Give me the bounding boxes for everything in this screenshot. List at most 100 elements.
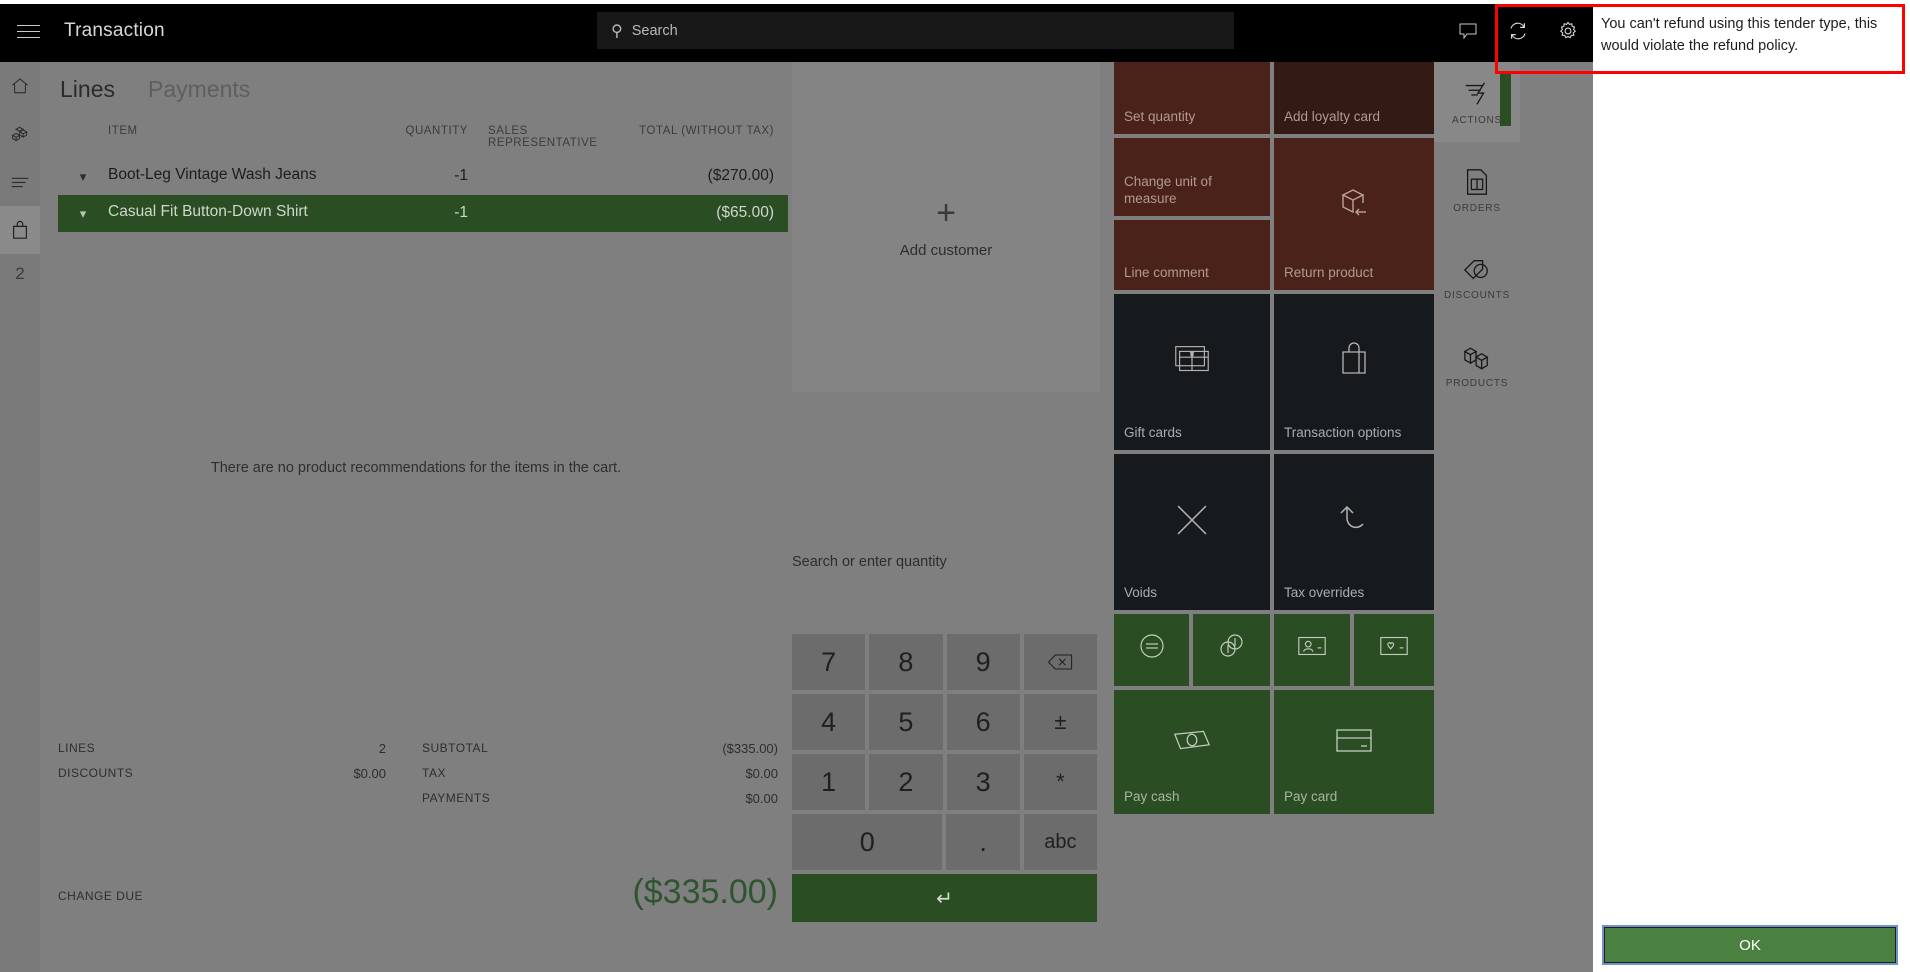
pos-screen: Transaction ⚲ Search 2 Lines Payments IT… (0, 0, 1910, 972)
sidebar-item-products[interactable] (0, 110, 40, 158)
key-5[interactable]: 5 (869, 694, 943, 750)
lines-tabs: Lines Payments (40, 62, 792, 113)
refresh-icon[interactable] (1493, 0, 1543, 62)
tile-label: Set quantity (1124, 109, 1196, 125)
sidebar-item-home[interactable] (0, 62, 40, 110)
cart-count: 2 (15, 264, 25, 283)
pos-application-dimmed: Transaction ⚲ Search 2 Lines Payments IT… (0, 0, 1593, 972)
chevron-down-icon[interactable]: ▾ (58, 203, 108, 222)
key-4[interactable]: 4 (792, 694, 866, 750)
header-item: ITEM (108, 125, 138, 137)
tile-icon (1114, 138, 1270, 174)
search-input[interactable]: ⚲ Search (597, 12, 1234, 49)
tile-tender-loyalty-card[interactable] (1354, 614, 1434, 686)
comment-icon[interactable] (1443, 0, 1493, 62)
key-abc[interactable]: abc (1023, 814, 1097, 870)
tile-transaction-options[interactable]: Transaction options (1274, 294, 1434, 450)
shopping-bag-icon (1274, 294, 1434, 425)
quantity-input[interactable]: Search or enter quantity (792, 554, 947, 570)
sidebar-item-cart[interactable] (0, 206, 40, 254)
chevron-down-icon[interactable]: ▾ (58, 166, 108, 185)
key-9[interactable]: 9 (946, 634, 1020, 690)
ok-button[interactable]: OK (1602, 925, 1898, 965)
tile-pay-cash[interactable]: Pay cash (1114, 690, 1270, 814)
hamburger-icon[interactable] (0, 0, 56, 62)
header-sales-rep: SALES REPRESENTATIVE (488, 125, 598, 149)
key-8[interactable]: 8 (869, 634, 943, 690)
key-plus-minus[interactable]: ± (1023, 694, 1097, 750)
key-decimal[interactable]: . (946, 814, 1020, 870)
rail-item-orders[interactable]: ORDERS (1434, 150, 1520, 230)
tab-lines[interactable]: Lines (58, 72, 117, 113)
tile-gift-cards[interactable]: Gift cards (1114, 294, 1270, 450)
tile-tender-id-card[interactable] (1274, 614, 1350, 686)
tile-label (1274, 678, 1350, 686)
key-7[interactable]: 7 (792, 634, 866, 690)
tile-label: Return product (1284, 265, 1374, 281)
loyalty-card-icon (1354, 614, 1434, 678)
row-quantity: -1 (454, 204, 468, 221)
totals-lines-row: LINES 2 (58, 736, 408, 761)
totals-lines-label: LINES (58, 741, 96, 755)
totals-payments-row: PAYMENTS $0.00 (408, 786, 792, 811)
key-enter[interactable]: ↵ (792, 874, 1097, 922)
tile-label (1354, 678, 1434, 686)
totals-tax-row: TAX $0.00 (408, 761, 792, 786)
tile-icon (1114, 220, 1270, 265)
no-recommendations-message: There are no product recommendations for… (210, 460, 622, 476)
table-row[interactable]: ▾ Casual Fit Button-Down Shirt -1 ($65.0… (58, 195, 788, 232)
tile-tax-overrides[interactable]: Tax overrides (1274, 454, 1434, 610)
tile-label: Tax overrides (1284, 585, 1365, 601)
tile-label: Pay cash (1124, 789, 1180, 805)
tile-voids[interactable]: Voids (1114, 454, 1270, 610)
header-total: TOTAL (WITHOUT TAX) (639, 125, 774, 137)
totals-section: LINES 2 DISCOUNTS $0.00 SUBTOTAL ($335.0… (58, 722, 792, 912)
tile-set-quantity[interactable]: Set quantity (1114, 62, 1270, 134)
x-icon (1114, 454, 1270, 585)
key-2[interactable]: 2 (869, 754, 943, 810)
tile-label: Pay card (1284, 789, 1338, 805)
enter-arrow-icon: ↵ (936, 887, 953, 910)
change-due-label: CHANGE DUE (58, 889, 144, 903)
key-asterisk[interactable]: * (1023, 754, 1097, 810)
totals-lines-value: 2 (378, 741, 386, 756)
dialog-message: You can't refund using this tender type,… (1601, 16, 1878, 55)
lines-table: ITEM QUANTITY SALES REPRESENTATIVE TOTAL… (58, 120, 788, 232)
header-spacer (58, 125, 108, 149)
key-0[interactable]: 0 (792, 814, 943, 870)
key-6[interactable]: 6 (946, 694, 1020, 750)
tile-label: Gift cards (1124, 425, 1182, 441)
return-box-icon (1274, 138, 1434, 265)
lines-table-header: ITEM QUANTITY SALES REPRESENTATIVE TOTAL… (58, 120, 788, 158)
tile-tender-currency[interactable] (1193, 614, 1270, 686)
tile-label (1193, 678, 1270, 686)
add-customer-button[interactable]: + Add customer (792, 62, 1100, 392)
totals-discounts-row: DISCOUNTS $0.00 (58, 761, 408, 786)
key-1[interactable]: 1 (792, 754, 866, 810)
rail-item-discounts[interactable]: DISCOUNTS (1434, 238, 1520, 318)
tile-return-product[interactable]: Return product (1274, 138, 1434, 290)
currency-coins-icon (1193, 614, 1270, 678)
key-3[interactable]: 3 (946, 754, 1020, 810)
sidebar-item-list[interactable] (0, 158, 40, 206)
tile-pay-card[interactable]: Pay card (1274, 690, 1434, 814)
tab-payments[interactable]: Payments (146, 72, 252, 113)
tile-label: Add loyalty card (1284, 109, 1381, 125)
table-row[interactable]: ▾ Boot-Leg Vintage Wash Jeans -1 ($270.0… (58, 158, 788, 195)
totals-right-column: SUBTOTAL ($335.00) TAX $0.00 PAYMENTS $0… (408, 736, 792, 811)
tile-line-comment[interactable]: Line comment (1114, 220, 1270, 290)
gear-icon[interactable] (1543, 0, 1593, 62)
row-quantity: -1 (454, 167, 468, 184)
tile-add-loyalty-card[interactable]: Add loyalty card (1274, 62, 1434, 134)
refund-policy-dialog (1593, 0, 1910, 972)
undo-arrow-icon (1274, 454, 1434, 585)
left-nav-rail: 2 (0, 62, 40, 972)
tile-tender-equals[interactable] (1114, 614, 1189, 686)
rail-item-products[interactable]: PRODUCTS (1434, 326, 1520, 406)
change-due-value: ($335.00) (632, 873, 778, 911)
tile-label: Change unit of measure (1124, 174, 1212, 207)
rail-label: PRODUCTS (1445, 377, 1509, 389)
backspace-icon[interactable] (1023, 634, 1097, 690)
search-placeholder: Search (631, 22, 678, 39)
tile-change-unit-of-measure[interactable]: Change unit of measure (1114, 138, 1270, 216)
